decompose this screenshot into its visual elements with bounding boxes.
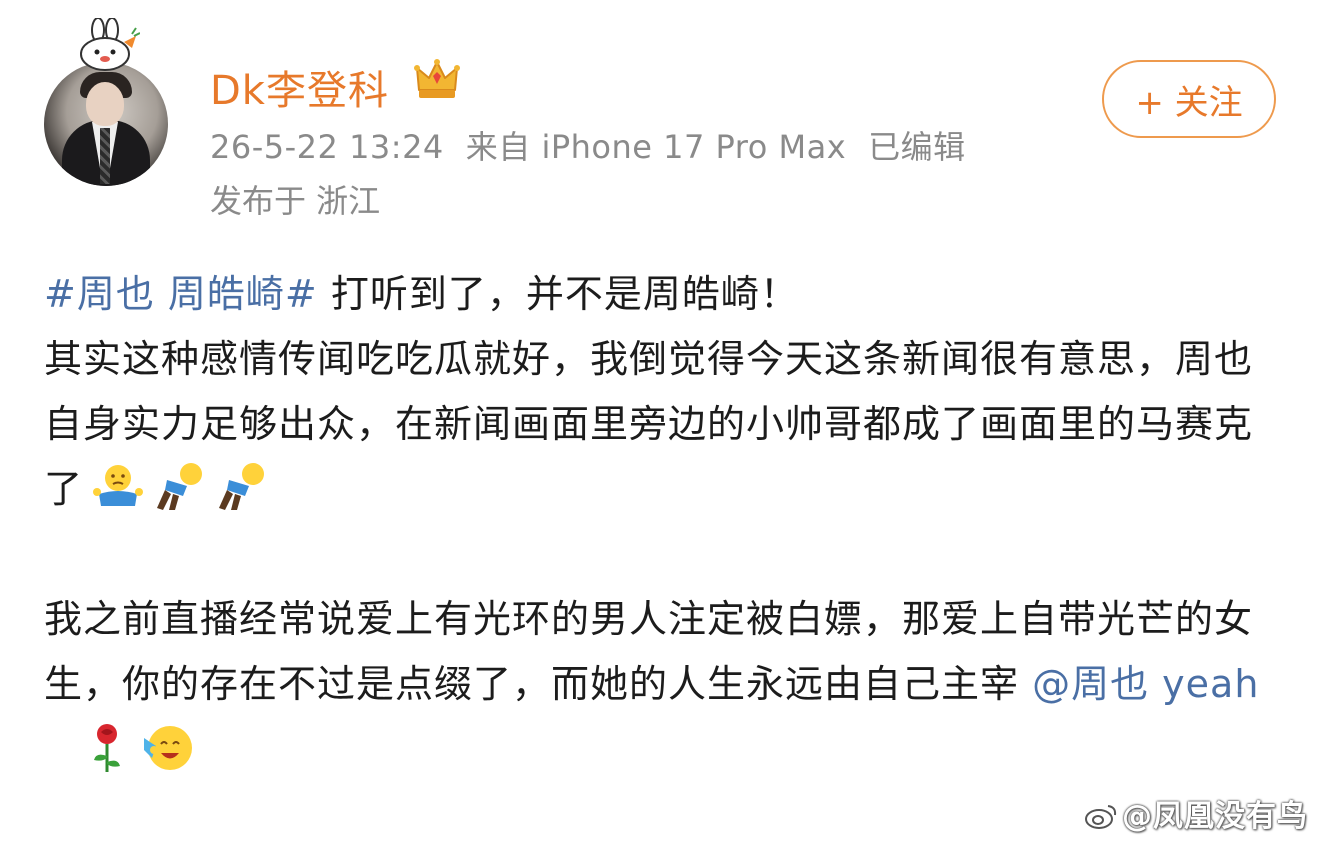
author-name[interactable]: Dk李登科	[210, 58, 389, 116]
follow-button[interactable]: + 关注	[1102, 60, 1276, 138]
hashtag-link[interactable]: #周也 周皓崎#	[44, 272, 318, 316]
watermark-text: @凤凰没有鸟	[1122, 799, 1308, 834]
shrug-emoji-icon	[93, 465, 144, 506]
mention-link[interactable]: @周也 yeah	[1032, 662, 1259, 706]
weibo-post: Dk李登科 26-5-22 13:24 来自 iPhone 17 Pro Max 已…	[0, 0, 1320, 847]
post-location: 发布于 浙江	[210, 182, 381, 220]
crown-icon	[414, 59, 460, 98]
rabbit-badge-icon	[80, 18, 140, 71]
post-paragraph-2: 我之前直播经常说爱上有光环的男人注定被白嫖，那爱上自带光芒的女生，你的存在不过是…	[44, 587, 1276, 782]
post-timestamp[interactable]: 26-5-22 13:24	[210, 128, 444, 166]
weibo-logo-icon	[1085, 805, 1117, 829]
post-meta: 26-5-22 13:24 来自 iPhone 17 Pro Max 已编辑	[210, 122, 988, 168]
kneel-emoji-icon	[157, 463, 203, 510]
post-source: 来自 iPhone 17 Pro Max	[465, 128, 847, 166]
post-line-1: 打听到了，并不是周皓崎！	[317, 272, 799, 316]
cheer-emoji-icon	[144, 726, 192, 770]
avatar-container[interactable]	[44, 18, 168, 186]
rose-emoji-icon	[94, 724, 120, 772]
post-paragraph-1: #周也 周皓崎# 打听到了，并不是周皓崎！ 其实这种感情传闻吃吃瓜就好，我倒觉得今…	[44, 262, 1276, 522]
watermark: @凤凰没有鸟	[1084, 791, 1308, 835]
post-body: #周也 周皓崎# 打听到了，并不是周皓崎！ 其实这种感情传闻吃吃瓜就好，我倒觉得今…	[44, 262, 1276, 782]
kneel-emoji-icon	[219, 463, 265, 510]
edited-label[interactable]: 已编辑	[868, 128, 966, 166]
avatar[interactable]	[44, 62, 168, 186]
